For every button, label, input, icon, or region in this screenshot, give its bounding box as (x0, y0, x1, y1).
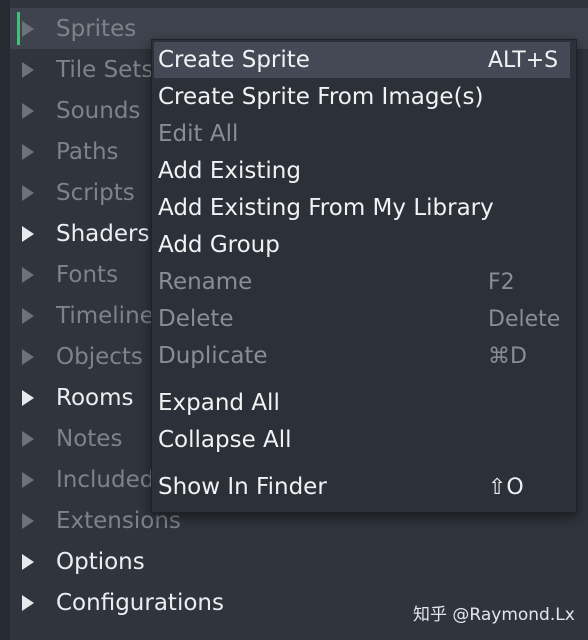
menu-item-label: Add Existing From My Library (158, 195, 494, 221)
menu-item-label: Create Sprite From Image(s) (158, 84, 484, 110)
menu-item-label: Expand All (158, 390, 280, 416)
tree-item-options[interactable]: Options (10, 541, 588, 582)
menu-item-create-sprite[interactable]: Create Sprite ALT+S (154, 42, 570, 78)
expand-arrow-icon[interactable] (22, 553, 34, 570)
menu-item-add-existing-from-library[interactable]: Add Existing From My Library (154, 190, 570, 226)
menu-item-rename[interactable]: Rename F2 (154, 264, 570, 300)
expand-arrow-icon[interactable] (22, 61, 34, 78)
menu-item-label: Duplicate (158, 343, 268, 369)
menu-item-shortcut: Delete (488, 306, 561, 332)
menu-item-label: Rename (158, 269, 253, 295)
menu-item-label: Add Existing (158, 158, 301, 184)
menu-item-edit-all[interactable]: Edit All (154, 116, 570, 152)
menu-item-delete[interactable]: Delete Delete (154, 301, 570, 337)
tree-item-label: Configurations (56, 589, 224, 616)
menu-item-label: Add Group (158, 232, 280, 258)
menu-item-collapse-all[interactable]: Collapse All (154, 422, 570, 458)
expand-arrow-icon[interactable] (22, 430, 34, 447)
menu-item-shortcut: F2 (488, 269, 515, 295)
menu-item-label: Create Sprite (158, 47, 310, 73)
menu-item-create-sprite-from-images[interactable]: Create Sprite From Image(s) (154, 79, 570, 115)
tree-item-label: Fonts (56, 261, 119, 288)
tree-item-label: Paths (56, 138, 119, 165)
tree-item-label: Objects (56, 343, 143, 370)
tree-item-label: Notes (56, 425, 123, 452)
expand-arrow-icon[interactable] (22, 184, 34, 201)
context-menu: Create Sprite ALT+S Create Sprite From I… (151, 39, 577, 513)
menu-item-label: Show In Finder (158, 474, 327, 500)
expand-arrow-icon[interactable] (22, 307, 34, 324)
menu-item-add-group[interactable]: Add Group (154, 227, 570, 263)
menu-item-duplicate[interactable]: Duplicate ⌘D (154, 338, 570, 374)
expand-arrow-icon[interactable] (22, 471, 34, 488)
expand-arrow-icon[interactable] (22, 594, 34, 611)
tree-item-label: Timelines (56, 302, 166, 329)
expand-arrow-icon[interactable] (22, 102, 34, 119)
expand-arrow-icon[interactable] (22, 512, 34, 529)
menu-item-shortcut: ALT+S (488, 47, 559, 73)
tree-item-label: Sprites (56, 15, 137, 42)
menu-item-label: Delete (158, 306, 234, 332)
menu-item-show-in-finder[interactable]: Show In Finder ⇧O (154, 469, 570, 505)
menu-item-expand-all[interactable]: Expand All (154, 385, 570, 421)
menu-item-shortcut: ⇧O (488, 474, 524, 500)
expand-arrow-icon[interactable] (22, 266, 34, 283)
expand-arrow-icon[interactable] (22, 225, 34, 242)
expand-arrow-icon[interactable] (22, 389, 34, 406)
tree-item-label: Options (56, 548, 145, 575)
watermark: 知乎 @Raymond.Lx (413, 605, 575, 625)
window-left-edge (0, 0, 10, 640)
expand-arrow-icon[interactable] (22, 20, 34, 37)
tree-item-label: Shaders (56, 220, 150, 247)
tree-item-label: Scripts (56, 179, 135, 206)
selection-indicator (17, 12, 20, 45)
expand-arrow-icon[interactable] (22, 143, 34, 160)
tree-item-label: Tile Sets (56, 56, 154, 83)
tree-item-label: Rooms (56, 384, 134, 411)
expand-arrow-icon[interactable] (22, 348, 34, 365)
tree-item-label: Sounds (56, 97, 141, 124)
menu-item-add-existing[interactable]: Add Existing (154, 153, 570, 189)
menu-item-label: Collapse All (158, 427, 292, 453)
menu-item-label: Edit All (158, 121, 239, 147)
menu-item-shortcut: ⌘D (488, 343, 527, 369)
